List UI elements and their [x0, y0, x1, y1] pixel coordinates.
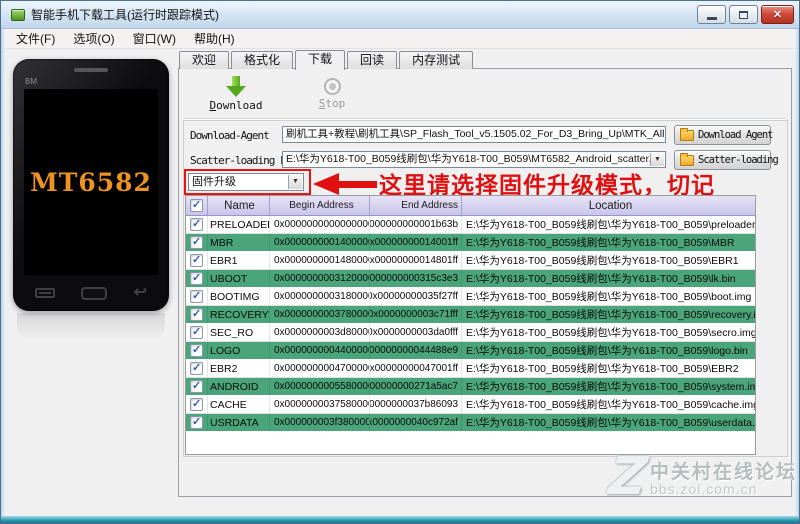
chipset-label: MT6582	[30, 167, 152, 197]
phone-back-icon: ↩	[133, 284, 147, 301]
row-checkbox[interactable]	[190, 235, 203, 249]
folder-icon	[680, 127, 694, 141]
phone-image: BM MT6582 ↩	[13, 59, 169, 311]
header-begin-address[interactable]: Begin Address	[270, 196, 370, 215]
tab-strip: 欢迎 格式化 下载 回读 内存测试	[179, 50, 475, 70]
window-title: 智能手机下载工具(运行时跟踪模式)	[31, 8, 219, 22]
annotation-arrow-icon	[313, 173, 377, 195]
maximize-icon	[739, 10, 748, 19]
row-checkbox[interactable]	[190, 217, 203, 231]
row-checkbox[interactable]	[190, 307, 203, 321]
phone-menu-icon	[35, 288, 55, 298]
select-all-checkbox[interactable]	[190, 198, 203, 212]
header-name[interactable]: Name	[208, 196, 270, 215]
menu-file[interactable]: 文件(F)	[7, 28, 64, 49]
table-row[interactable]: BOOTIMG 0x0000000003180000 0x00000000035…	[186, 288, 755, 306]
download-agent-label: Download-Agent	[190, 129, 270, 142]
table-row[interactable]: SEC_RO 0x0000000003d80000 0x0000000003da…	[186, 324, 755, 342]
minimize-icon	[706, 17, 717, 20]
header-end-address[interactable]: End Address	[370, 196, 462, 215]
menu-bar: 文件(F) 选项(O) 窗口(W) 帮助(H)	[1, 29, 799, 49]
chevron-down-icon[interactable]	[650, 153, 664, 166]
minimize-button[interactable]	[697, 5, 726, 24]
window-border-left	[1, 29, 5, 516]
tab-memory-test[interactable]: 内存测试	[399, 51, 474, 69]
download-agent-field[interactable]: 刷机工具+教程\刷机工具\SP_Flash_Tool_v5.1505.02_Fo…	[282, 126, 666, 143]
table-row[interactable]: ANDROID 0x0000000005580000 0x00000000271…	[186, 378, 755, 396]
row-checkbox[interactable]	[190, 343, 203, 357]
table-row[interactable]: LOGO 0x0000000004400000 0x00000000044488…	[186, 342, 755, 360]
phone-corner-label: BM	[25, 77, 37, 86]
row-checkbox[interactable]	[190, 325, 203, 339]
download-tab-panel: Download Stop Download-Agent 刷机工具+教程\刷机工…	[178, 68, 792, 497]
app-window: 智能手机下载工具(运行时跟踪模式) ✕ 文件(F) 选项(O) 窗口(W) 帮助…	[0, 0, 800, 524]
folder-icon	[680, 152, 694, 166]
partition-table: Name Begin Address End Address Location …	[185, 195, 756, 455]
tab-download[interactable]: 下载	[295, 50, 346, 70]
row-checkbox[interactable]	[190, 271, 203, 285]
row-checkbox[interactable]	[190, 253, 203, 267]
menu-window[interactable]: 窗口(W)	[124, 28, 185, 49]
download-settings-group: Download-Agent 刷机工具+教程\刷机工具\SP_Flash_Too…	[183, 120, 788, 457]
table-row[interactable]: EBR2 0x0000000004700000 0x00000000047001…	[186, 360, 755, 378]
tab-welcome[interactable]: 欢迎	[179, 51, 230, 69]
tab-readback[interactable]: 回读	[347, 51, 398, 69]
annotation-highlight-box	[184, 169, 311, 195]
row-checkbox[interactable]	[190, 361, 203, 375]
row-checkbox[interactable]	[190, 379, 203, 393]
table-row[interactable]: PRELOADER 0x0000000000000000 0x000000000…	[186, 216, 755, 234]
row-checkbox[interactable]	[190, 415, 203, 429]
maximize-button[interactable]	[729, 5, 758, 24]
table-row[interactable]: EBR1 0x0000000001480000 0x00000000014801…	[186, 252, 755, 270]
tab-format[interactable]: 格式化	[231, 51, 294, 69]
app-icon	[11, 8, 25, 21]
close-icon: ✕	[772, 9, 783, 21]
table-row[interactable]: MBR 0x0000000001400000 0x00000000014001f…	[186, 234, 755, 252]
stop-button[interactable]: Stop	[297, 76, 367, 110]
table-row[interactable]: UBOOT 0x0000000003120000 0x000000000315c…	[186, 270, 755, 288]
phone-home-icon	[81, 286, 108, 300]
header-location[interactable]: Location	[462, 196, 755, 215]
phone-screen: MT6582	[24, 89, 158, 275]
title-bar: 智能手机下载工具(运行时跟踪模式) ✕	[1, 1, 799, 29]
table-row[interactable]: CACHE 0x0000000037580000 0x0000000037b86…	[186, 396, 755, 414]
stop-icon	[323, 78, 341, 95]
menu-options[interactable]: 选项(O)	[64, 28, 123, 49]
download-agent-button[interactable]: Download Agent	[674, 125, 774, 145]
table-row[interactable]: USRDATA 0x000000003f380000 0x0000000040c…	[186, 414, 755, 432]
download-button[interactable]: Download	[201, 76, 271, 112]
row-checkbox[interactable]	[190, 289, 203, 303]
window-border-right	[795, 29, 799, 516]
phone-reflection	[17, 313, 165, 341]
download-arrow-icon	[226, 76, 246, 97]
row-checkbox[interactable]	[190, 397, 203, 411]
table-header-row: Name Begin Address End Address Location	[186, 196, 755, 216]
table-row[interactable]: RECOVERY 0x0000000003780000 0x0000000003…	[186, 306, 755, 324]
phone-speaker	[74, 68, 108, 72]
menu-help[interactable]: 帮助(H)	[185, 28, 244, 49]
close-button[interactable]: ✕	[761, 5, 794, 24]
window-border-bottom	[1, 516, 799, 523]
